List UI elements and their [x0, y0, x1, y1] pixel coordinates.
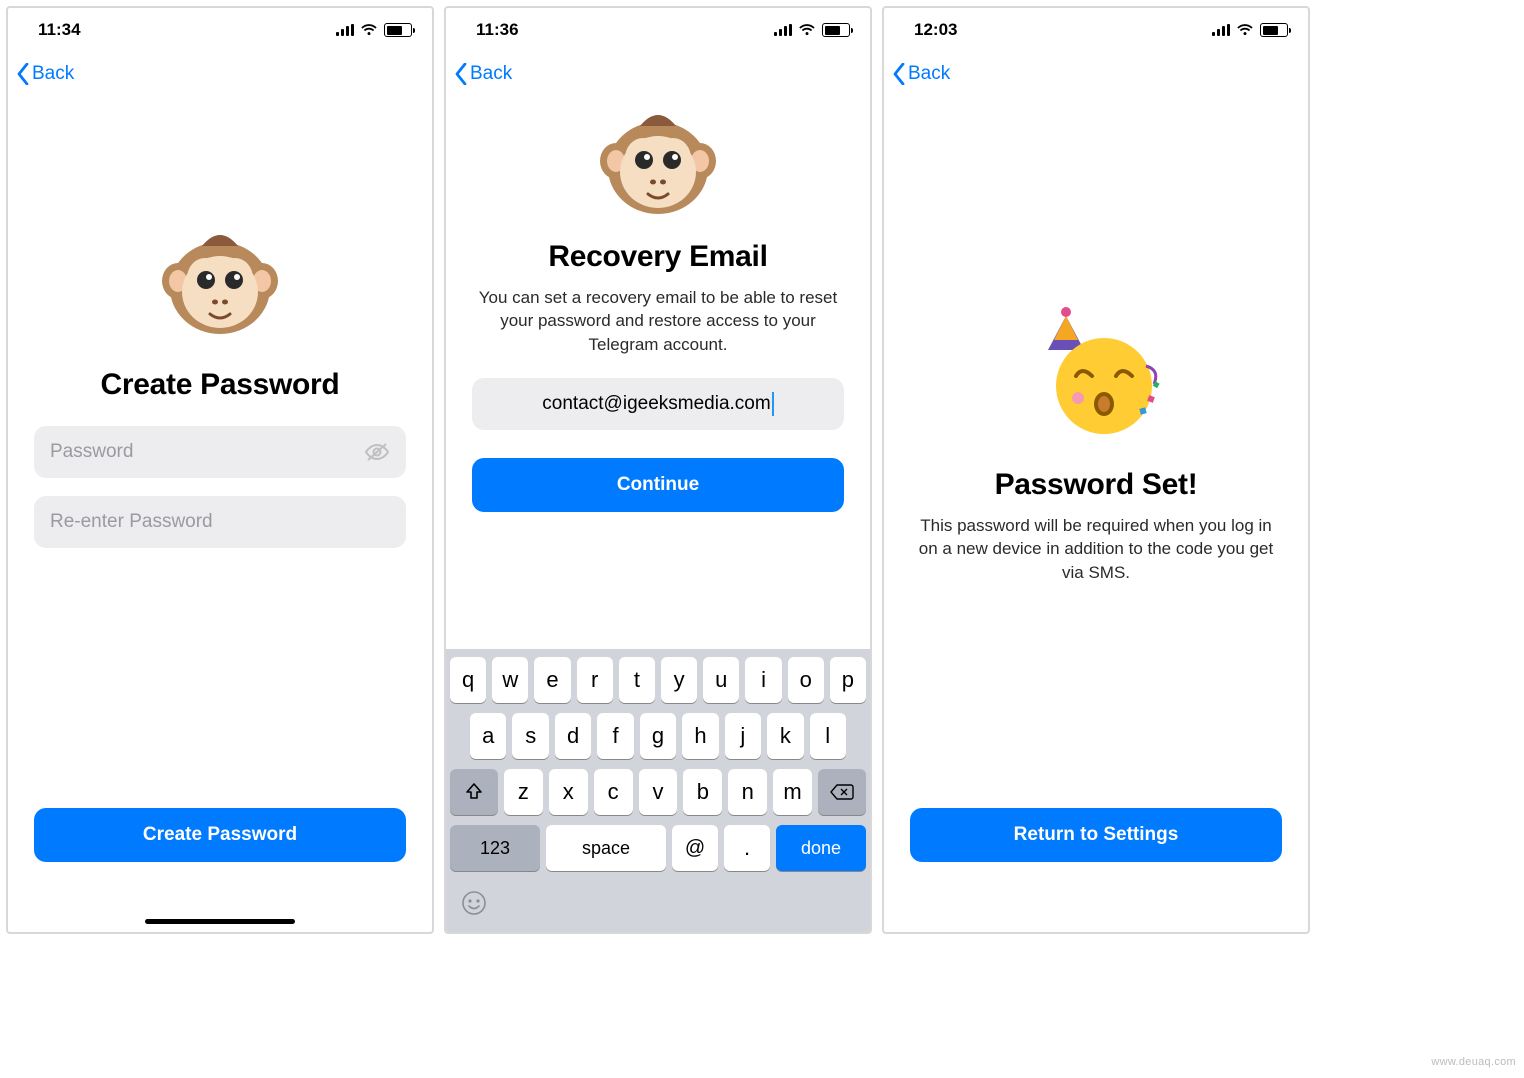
continue-button[interactable]: Continue	[472, 458, 844, 512]
key-d[interactable]: d	[555, 713, 591, 759]
wifi-icon	[360, 23, 378, 37]
status-bar: 12:03	[884, 8, 1308, 52]
watermark: www.deuaq.com	[1431, 1056, 1516, 1068]
key-v[interactable]: v	[639, 769, 678, 815]
cellular-icon	[774, 24, 792, 36]
key-z[interactable]: z	[504, 769, 543, 815]
screen-recovery-email: 11:36 Back	[444, 6, 872, 934]
emoji-icon	[460, 889, 488, 917]
key-space[interactable]: space	[546, 825, 666, 871]
key-k[interactable]: k	[767, 713, 803, 759]
page-title: Recovery Email	[548, 240, 767, 274]
battery-icon	[822, 23, 850, 37]
key-at[interactable]: @	[672, 825, 718, 871]
keyboard-row-1: q w e r t y u i o p	[450, 657, 866, 703]
status-time: 11:36	[476, 20, 519, 40]
key-done[interactable]: done	[776, 825, 866, 871]
key-c[interactable]: c	[594, 769, 633, 815]
back-button[interactable]: Back	[454, 63, 512, 85]
page-subtitle: You can set a recovery email to be able …	[472, 286, 844, 356]
key-h[interactable]: h	[682, 713, 718, 759]
emoji-key[interactable]	[450, 881, 866, 926]
email-input[interactable]: contact@igeeksmedia.com	[472, 378, 844, 430]
party-face-icon	[1026, 306, 1166, 446]
chevron-left-icon	[454, 63, 468, 85]
wifi-icon	[798, 23, 816, 37]
monkey-icon	[160, 226, 280, 346]
key-j[interactable]: j	[725, 713, 761, 759]
cellular-icon	[1212, 24, 1230, 36]
screen-password-set: 12:03 Back	[882, 6, 1310, 934]
wifi-icon	[1236, 23, 1254, 37]
backspace-icon	[830, 783, 854, 801]
key-r[interactable]: r	[577, 657, 613, 703]
key-e[interactable]: e	[534, 657, 570, 703]
nav-bar: Back	[884, 52, 1308, 96]
nav-bar: Back	[446, 52, 870, 96]
nav-bar: Back	[8, 52, 432, 96]
key-q[interactable]: q	[450, 657, 486, 703]
key-i[interactable]: i	[745, 657, 781, 703]
monkey-icon	[598, 106, 718, 226]
back-label: Back	[908, 63, 950, 85]
back-button[interactable]: Back	[892, 63, 950, 85]
status-indicators	[336, 23, 412, 37]
primary-button-label: Create Password	[143, 824, 297, 846]
status-indicators	[1212, 23, 1288, 37]
text-caret	[772, 392, 774, 416]
return-to-settings-button[interactable]: Return to Settings	[910, 808, 1282, 862]
key-f[interactable]: f	[597, 713, 633, 759]
keyboard-row-4: 123 space @ . done	[450, 825, 866, 871]
hide-password-icon[interactable]	[364, 442, 390, 462]
key-a[interactable]: a	[470, 713, 506, 759]
screen-create-password: 11:34 Back	[6, 6, 434, 934]
status-indicators	[774, 23, 850, 37]
create-password-button[interactable]: Create Password	[34, 808, 406, 862]
chevron-left-icon	[892, 63, 906, 85]
page-title: Create Password	[101, 368, 340, 402]
key-l[interactable]: l	[810, 713, 846, 759]
key-g[interactable]: g	[640, 713, 676, 759]
key-period[interactable]: .	[724, 825, 770, 871]
key-s[interactable]: s	[512, 713, 548, 759]
primary-button-label: Continue	[617, 474, 699, 496]
keyboard-row-3: z x c v b n m	[450, 769, 866, 815]
keyboard-row-2: a s d f g h j k l	[450, 713, 866, 759]
password-placeholder: Password	[50, 441, 364, 463]
chevron-left-icon	[16, 63, 30, 85]
key-x[interactable]: x	[549, 769, 588, 815]
key-numbers[interactable]: 123	[450, 825, 540, 871]
key-backspace[interactable]	[818, 769, 866, 815]
status-time: 12:03	[914, 20, 957, 40]
key-w[interactable]: w	[492, 657, 528, 703]
key-n[interactable]: n	[728, 769, 767, 815]
status-bar: 11:34	[8, 8, 432, 52]
shift-icon	[464, 782, 484, 802]
key-o[interactable]: o	[788, 657, 824, 703]
keyboard: q w e r t y u i o p a s d f g h j k l	[446, 649, 870, 932]
page-subtitle: This password will be required when you …	[910, 514, 1282, 584]
key-m[interactable]: m	[773, 769, 812, 815]
battery-icon	[1260, 23, 1288, 37]
back-label: Back	[470, 63, 512, 85]
back-button[interactable]: Back	[16, 63, 74, 85]
password-input[interactable]: Password	[34, 426, 406, 478]
key-y[interactable]: y	[661, 657, 697, 703]
reenter-password-input[interactable]: Re-enter Password	[34, 496, 406, 548]
key-t[interactable]: t	[619, 657, 655, 703]
key-b[interactable]: b	[683, 769, 722, 815]
key-p[interactable]: p	[830, 657, 866, 703]
reenter-placeholder: Re-enter Password	[50, 511, 390, 533]
back-label: Back	[32, 63, 74, 85]
status-time: 11:34	[38, 20, 81, 40]
home-indicator[interactable]	[145, 919, 295, 924]
battery-icon	[384, 23, 412, 37]
key-shift[interactable]	[450, 769, 498, 815]
email-value: contact@igeeksmedia.com	[542, 393, 770, 415]
cellular-icon	[336, 24, 354, 36]
status-bar: 11:36	[446, 8, 870, 52]
key-u[interactable]: u	[703, 657, 739, 703]
page-title: Password Set!	[995, 468, 1198, 502]
primary-button-label: Return to Settings	[1014, 824, 1179, 846]
